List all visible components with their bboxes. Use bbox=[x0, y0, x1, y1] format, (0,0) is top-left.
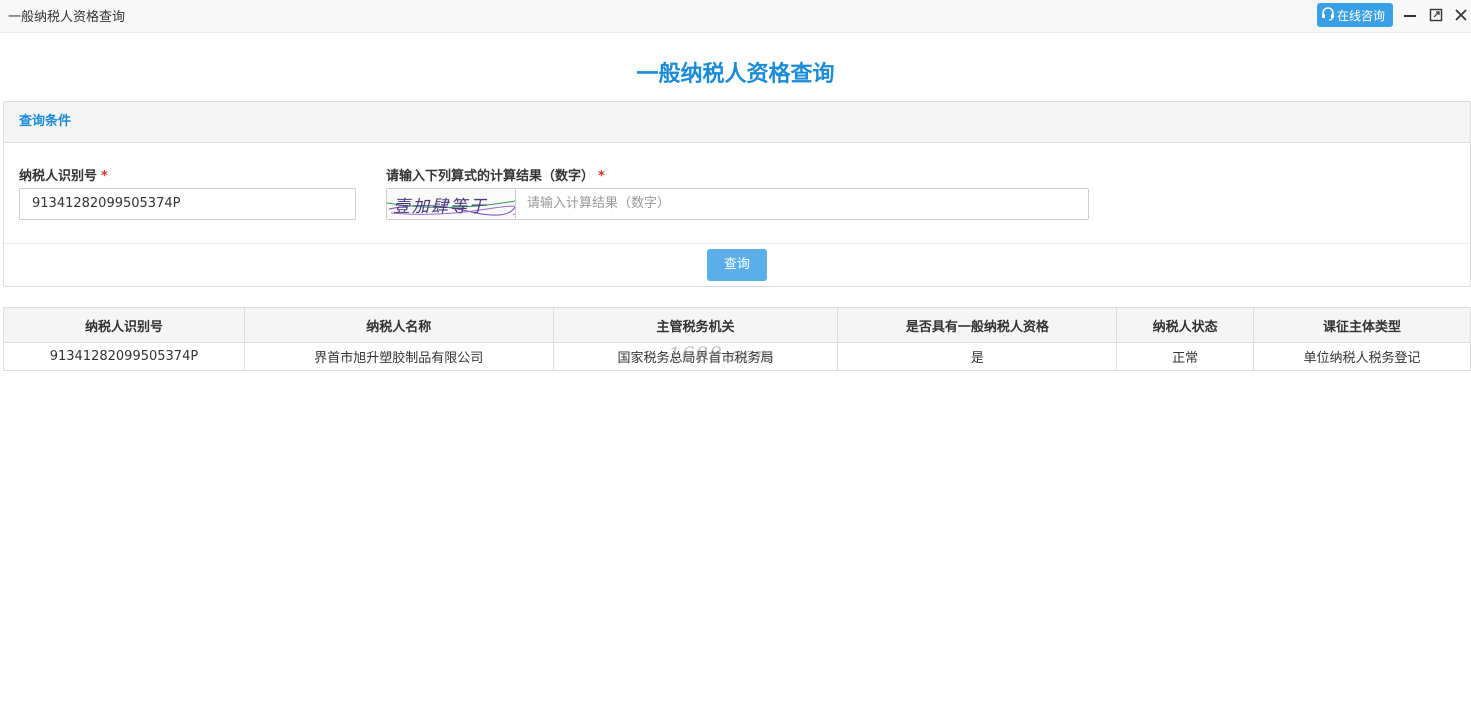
window-title: 一般纳税人资格查询 bbox=[8, 10, 126, 25]
calc-label-text: 请输入下列算式的计算结果（数字） bbox=[386, 169, 595, 184]
captcha-text: 壹加肆等于 bbox=[393, 197, 488, 217]
window-titlebar: 一般纳税人资格查询 在线咨询 bbox=[0, 0, 1471, 33]
query-button[interactable]: 查询 bbox=[707, 249, 767, 281]
query-panel: 查询条件 纳税人识别号 * 91341282099505374P 请输入下列算式的… bbox=[3, 101, 1471, 287]
required-mark: * bbox=[598, 169, 605, 184]
column-header: 纳税人名称 bbox=[243, 307, 554, 343]
minimize-icon[interactable] bbox=[1401, 6, 1419, 24]
tin-input[interactable]: 91341282099505374P bbox=[19, 188, 356, 220]
table-header-row: 纳税人识别号 纳税人名称 主管税务机关 是否具有一般纳税人资格 纳税人状态 课征… bbox=[3, 307, 1471, 343]
cell-qualification: 是 bbox=[837, 342, 1118, 371]
panel-divider bbox=[4, 243, 1470, 244]
online-consult-label: 在线咨询 bbox=[1337, 8, 1386, 23]
column-header: 纳税人状态 bbox=[1116, 307, 1255, 343]
online-consult-button[interactable]: 在线咨询 bbox=[1317, 3, 1393, 27]
query-panel-header: 查询条件 bbox=[4, 102, 1470, 143]
close-icon[interactable] bbox=[1452, 6, 1470, 24]
cell-type: 单位纳税人税务登记 bbox=[1253, 342, 1471, 371]
cell-name: 界首市旭升塑胶制品有限公司 bbox=[243, 342, 554, 371]
calc-result-input[interactable]: 请输入计算结果（数字） bbox=[517, 189, 1087, 219]
cell-tin: 91341282099505374P bbox=[3, 342, 245, 371]
column-header: 是否具有一般纳税人资格 bbox=[837, 307, 1118, 343]
page-title: 一般纳税人资格查询 bbox=[636, 62, 835, 87]
calc-label: 请输入下列算式的计算结果（数字） * bbox=[386, 165, 605, 184]
tin-label-text: 纳税人识别号 bbox=[19, 169, 98, 184]
cell-status: 正常 bbox=[1116, 342, 1255, 371]
captcha-image[interactable]: 壹加肆等于 bbox=[387, 189, 516, 219]
column-header: 纳税人识别号 bbox=[3, 307, 245, 343]
captcha-field: 壹加肆等于 请输入计算结果（数字） bbox=[386, 188, 1089, 220]
column-header: 主管税务机关 bbox=[552, 307, 839, 343]
required-mark: * bbox=[101, 169, 108, 184]
headset-icon bbox=[1321, 6, 1337, 24]
watermark: 1688.com bbox=[668, 342, 776, 366]
column-header: 课征主体类型 bbox=[1253, 307, 1471, 343]
tin-label: 纳税人识别号 * bbox=[19, 165, 108, 184]
maximize-icon[interactable] bbox=[1427, 6, 1445, 24]
